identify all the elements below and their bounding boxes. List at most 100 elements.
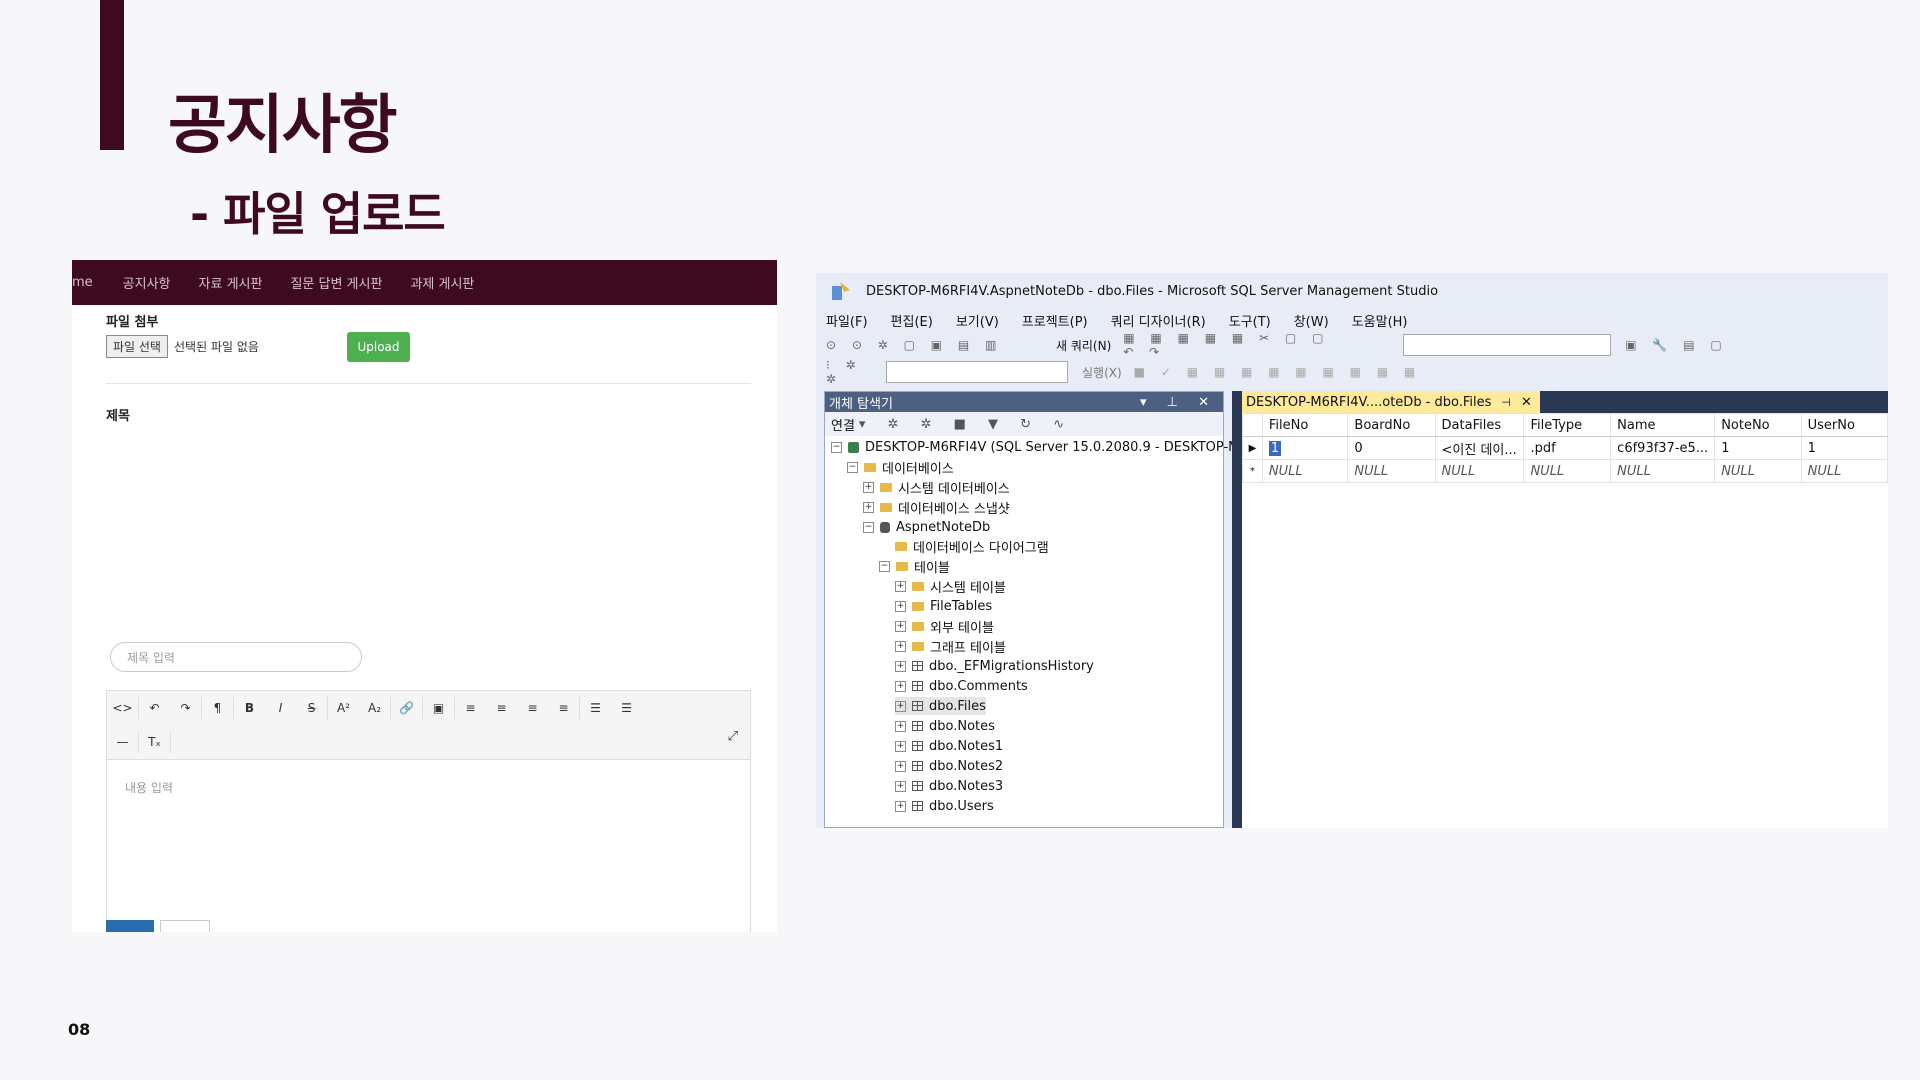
content-editor[interactable]: <> ↶ ↷ ¶ B I S A² A₂ 🔗 ▣ ≡ ≡ ≡ ≡ ☰ ☰ — T… (106, 690, 751, 932)
tree-system-databases[interactable]: + 시스템 데이터베이스 (863, 478, 1010, 497)
grid-cell[interactable]: 1 (1261, 436, 1349, 460)
new-query-button[interactable]: 새 쿼리(N) (1056, 337, 1111, 354)
grid-cell[interactable]: NULL (1261, 459, 1349, 483)
connect-button[interactable]: 연결 (831, 415, 855, 434)
grid-cell[interactable]: 1 (1800, 436, 1888, 460)
grid-cell[interactable]: NULL (1434, 459, 1525, 483)
close-icon[interactable]: ✕ (1521, 395, 1532, 410)
tree-item[interactable]: + dbo.Notes (895, 717, 995, 735)
save-button[interactable] (106, 920, 154, 932)
cancel-button[interactable] (160, 920, 210, 932)
tree-item[interactable]: + 시스템 테이블 (895, 577, 1006, 596)
tree-tables[interactable]: − 테이블 (879, 557, 950, 576)
nav-item-qna[interactable]: 질문 답변 게시판 (290, 273, 382, 292)
col-header[interactable]: FileType (1523, 413, 1612, 437)
strike-icon[interactable]: S (296, 701, 327, 715)
menu-file[interactable]: 파일(F) (826, 311, 868, 330)
file-select-button[interactable]: 파일 선택 (106, 335, 168, 358)
new-row-icon[interactable]: * (1242, 459, 1263, 483)
tree-snapshots[interactable]: + 데이터베이스 스냅샷 (863, 498, 1010, 517)
menu-tools[interactable]: 도구(T) (1229, 311, 1271, 330)
tree-item[interactable]: + 그래프 테이블 (895, 637, 1006, 656)
file-label: 파일 첨부 (106, 315, 159, 330)
tree-item[interactable]: + dbo.Notes2 (895, 757, 1003, 775)
row-pointer-icon[interactable]: ▶ (1242, 436, 1263, 460)
database-dropdown[interactable] (886, 361, 1068, 383)
col-header[interactable]: BoardNo (1347, 413, 1436, 437)
tree-item[interactable]: + 외부 테이블 (895, 617, 994, 636)
grid-cell[interactable]: <이진 데이... (1434, 436, 1525, 460)
tree-db[interactable]: − AspnetNoteDb (863, 518, 990, 536)
file-status: 선택된 파일 없음 (173, 340, 259, 354)
grid-cell[interactable]: NULL (1347, 459, 1436, 483)
italic-icon[interactable]: I (265, 701, 296, 715)
menu-project[interactable]: 프로젝트(P) (1022, 311, 1088, 330)
menu-query-designer[interactable]: 쿼리 디자이너(R) (1111, 311, 1206, 330)
col-header[interactable]: NoteNo (1714, 413, 1802, 437)
tree-item-selected[interactable]: + dbo.Files (895, 697, 986, 715)
col-header[interactable]: FileNo (1261, 413, 1349, 437)
tree-item[interactable]: + dbo.Notes1 (895, 737, 1003, 755)
document-area: DESKTOP-M6RFI4V....oteDb - dbo.Files ⊣ ✕… (1242, 391, 1888, 828)
menu-window[interactable]: 창(W) (1294, 311, 1329, 330)
fullscreen-icon[interactable]: ⤢ (728, 729, 738, 744)
grid-cell[interactable]: NULL (1610, 459, 1716, 483)
title-input[interactable]: 제목 입력 (110, 642, 362, 672)
tree-item[interactable]: + dbo.Comments (895, 677, 1028, 695)
align-right-icon[interactable]: ≡ (517, 701, 548, 715)
execute-button[interactable]: 실행(X) (1082, 364, 1122, 381)
code-view-icon[interactable]: <> (107, 701, 138, 715)
horizontal-rule-icon[interactable]: — (107, 735, 138, 749)
col-header[interactable]: UserNo (1800, 413, 1888, 437)
subscript-icon[interactable]: A₂ (359, 701, 390, 715)
grid-cell[interactable]: c6f93f37-e5... (1610, 436, 1716, 460)
align-center-icon[interactable]: ≡ (486, 701, 517, 715)
grid-cell[interactable]: NULL (1800, 459, 1888, 483)
col-header[interactable]: Name (1610, 413, 1716, 437)
paragraph-icon[interactable]: ¶ (202, 701, 233, 715)
redo-icon[interactable]: ↷ (170, 701, 201, 715)
tree-item[interactable]: + dbo._EFMigrationsHistory (895, 657, 1094, 675)
link-icon[interactable]: 🔗 (391, 701, 422, 715)
menu-edit[interactable]: 편집(E) (891, 311, 933, 330)
tree-item[interactable]: + dbo.Users (895, 797, 994, 815)
nav-item-resources[interactable]: 자료 게시판 (199, 273, 263, 292)
title-label: 제목 (106, 409, 130, 424)
nav-item-assignments[interactable]: 과제 게시판 (410, 273, 474, 292)
table-icon (912, 761, 923, 771)
col-header[interactable]: DataFiles (1434, 413, 1525, 437)
document-tab[interactable]: DESKTOP-M6RFI4V....oteDb - dbo.Files ⊣ ✕ (1242, 391, 1540, 413)
superscript-icon[interactable]: A² (328, 701, 359, 715)
splitter[interactable] (1232, 391, 1242, 828)
nav-item-notice[interactable]: 공지사항 (123, 273, 171, 292)
tree-item[interactable]: + FileTables (895, 597, 992, 615)
ordered-list-icon[interactable]: ☰ (611, 701, 642, 715)
tree-server[interactable]: − DESKTOP-M6RFI4V (SQL Server 15.0.2080.9… (831, 438, 1257, 456)
menu-help[interactable]: 도움말(H) (1352, 311, 1408, 330)
table-icon (912, 741, 923, 751)
panel-controls[interactable]: ▾ ⊥ ✕ (1140, 395, 1217, 410)
tree-databases[interactable]: − 데이터베이스 (847, 458, 954, 477)
upload-button[interactable]: Upload (347, 332, 410, 362)
tree-diagrams[interactable]: 데이터베이스 다이어그램 (895, 537, 1049, 556)
grid-cell[interactable]: 1 (1714, 436, 1802, 460)
pin-icon[interactable]: ⊣ (1501, 396, 1511, 409)
align-left-icon[interactable]: ≡ (455, 701, 486, 715)
undo-icon[interactable]: ↶ (139, 701, 170, 715)
ssms-logo-icon (832, 282, 850, 300)
grid-cell[interactable]: 0 (1347, 436, 1436, 460)
grid-cell[interactable]: NULL (1714, 459, 1802, 483)
clear-format-icon[interactable]: Tₓ (139, 735, 170, 749)
image-icon[interactable]: ▣ (423, 701, 454, 715)
object-explorer-title: 개체 탐색기 (829, 396, 893, 412)
menu-view[interactable]: 보기(V) (956, 311, 999, 330)
align-justify-icon[interactable]: ≡ (548, 701, 579, 715)
bold-icon[interactable]: B (234, 701, 265, 715)
folder-icon (896, 561, 908, 571)
grid-cell[interactable]: .pdf (1523, 436, 1612, 460)
grid-cell[interactable]: NULL (1523, 459, 1612, 483)
toolbar-search-dropdown[interactable] (1403, 334, 1612, 356)
nav-item-home[interactable]: me (72, 275, 93, 290)
tree-item[interactable]: + dbo.Notes3 (895, 777, 1003, 795)
bullet-list-icon[interactable]: ☰ (580, 701, 611, 715)
